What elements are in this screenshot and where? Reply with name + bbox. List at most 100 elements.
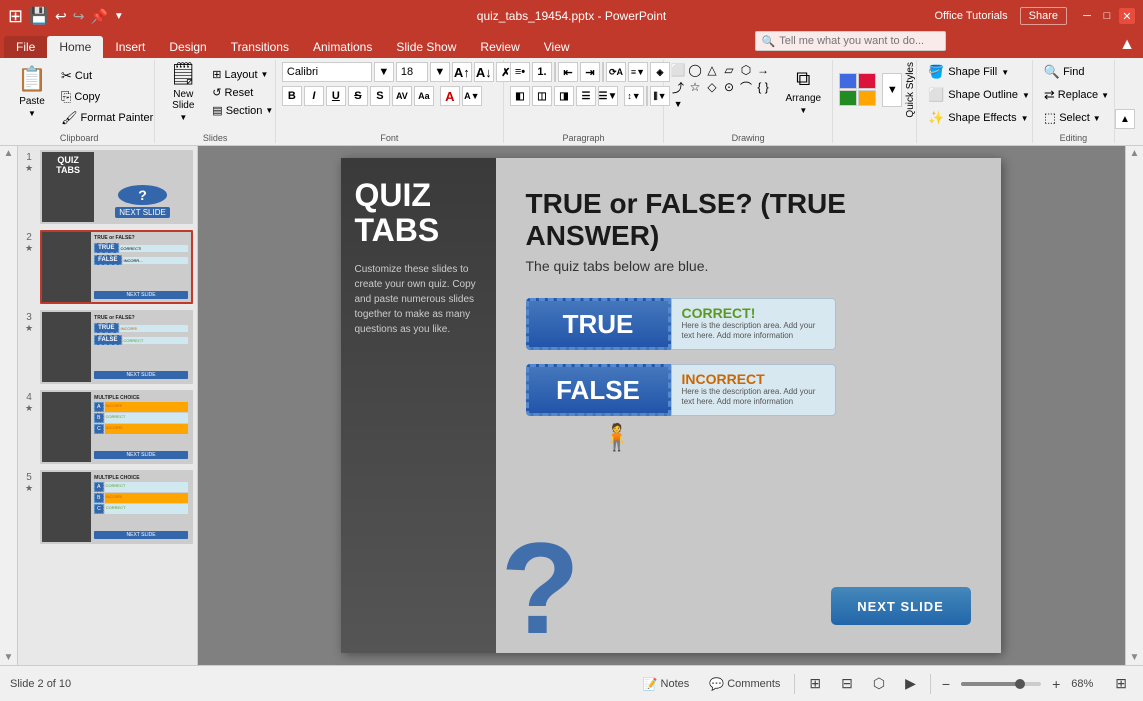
text-shadow-button[interactable]: S: [370, 86, 390, 106]
align-justify-button[interactable]: ☰▼: [598, 86, 618, 106]
numbering-button[interactable]: 1.: [532, 62, 552, 82]
shape-icon-7[interactable]: ⤴: [670, 79, 686, 95]
replace-button[interactable]: ⇄ Replace ▼: [1039, 85, 1114, 105]
align-left-button[interactable]: ◧: [510, 86, 530, 106]
canvas-scroll-up[interactable]: ▲: [1130, 148, 1140, 159]
next-slide-button[interactable]: NEXT SLIDE: [831, 587, 971, 625]
slide-thumb-3[interactable]: 3 ★ TRUE or FALSE? TRUE INCORR! FALSE CO: [22, 310, 193, 384]
quick-styles-dropdown[interactable]: ▼: [882, 73, 902, 107]
slide-thumb-2[interactable]: 2 ★ TRUE or FALSE? TRUE CORRECT! FALSE I: [22, 230, 193, 304]
slide-preview-3[interactable]: TRUE or FALSE? TRUE INCORR! FALSE CORREC…: [40, 310, 193, 384]
redo-icon[interactable]: ↪: [73, 8, 85, 25]
change-case-button[interactable]: Aa: [414, 86, 434, 106]
close-button[interactable]: ✕: [1119, 8, 1135, 24]
increase-indent-button[interactable]: ⇥: [580, 62, 600, 82]
slide-preview-1[interactable]: QUIZTABS ? NEXT SLIDE: [40, 150, 193, 224]
new-slide-dropdown-icon[interactable]: ▼: [179, 113, 187, 122]
slide-preview-4[interactable]: MULTIPLE CHOICE AINCORR! BCORRECT CINCOR…: [40, 390, 193, 464]
tab-slideshow[interactable]: Slide Show: [384, 36, 468, 58]
decrease-font-button[interactable]: A↓: [474, 62, 494, 82]
zoom-in-button[interactable]: +: [1049, 676, 1063, 692]
strikethrough-button[interactable]: S: [348, 86, 368, 106]
layout-button[interactable]: ⊞ Layout ▼: [207, 66, 278, 83]
minimize-button[interactable]: ─: [1079, 8, 1095, 24]
shape-icon-12[interactable]: { }: [755, 79, 771, 95]
paste-dropdown-icon[interactable]: ▼: [28, 109, 36, 118]
shape-icon-10[interactable]: ⊙: [721, 79, 737, 95]
shape-icon-1[interactable]: ⬜: [670, 62, 686, 78]
new-slide-button[interactable]: 🗒 New Slide ▼: [161, 62, 205, 120]
justify-button[interactable]: ☰: [576, 86, 596, 106]
reset-button[interactable]: ↺ Reset: [207, 84, 278, 101]
undo-icon[interactable]: ↩: [55, 8, 67, 25]
tab-animations[interactable]: Animations: [301, 36, 384, 58]
bold-button[interactable]: B: [282, 86, 302, 106]
shape-icon-11[interactable]: ⌒: [738, 79, 754, 95]
collapse-ribbon-button[interactable]: ▲: [1115, 109, 1135, 129]
decrease-indent-button[interactable]: ⇤: [558, 62, 578, 82]
tab-review[interactable]: Review: [468, 36, 531, 58]
font-name-dropdown[interactable]: ▼: [374, 62, 394, 82]
font-color-button[interactable]: A: [440, 86, 460, 106]
reading-view-button[interactable]: ⬡: [867, 673, 891, 694]
true-button[interactable]: TRUE: [526, 298, 671, 350]
slideshow-button[interactable]: ▶: [899, 673, 922, 694]
bullets-button[interactable]: ≡•: [510, 62, 530, 82]
tab-design[interactable]: Design: [157, 36, 218, 58]
font-size-input[interactable]: [396, 62, 428, 82]
dropdown-arrow-icon[interactable]: ▼: [114, 11, 124, 22]
comments-button[interactable]: 💬 Comments: [703, 675, 786, 693]
scroll-down-button[interactable]: ▼: [4, 652, 14, 663]
notes-button[interactable]: 📝 Notes: [637, 675, 696, 693]
save-icon[interactable]: 💾: [29, 6, 49, 26]
quick-style-1[interactable]: [839, 73, 857, 89]
increase-font-button[interactable]: A↑: [452, 62, 472, 82]
pin-icon[interactable]: 📌: [90, 8, 107, 25]
quick-style-4[interactable]: [858, 90, 876, 106]
slide-sorter-button[interactable]: ⊟: [835, 673, 859, 694]
shape-icon-6[interactable]: →: [755, 62, 771, 78]
tab-transitions[interactable]: Transitions: [219, 36, 301, 58]
shape-icon-3[interactable]: △: [704, 62, 720, 78]
copy-button[interactable]: ⎘ Copy: [56, 87, 158, 107]
canvas-scroll-down[interactable]: ▼: [1130, 652, 1140, 663]
shapes-more[interactable]: ▼: [670, 96, 686, 112]
zoom-slider-thumb[interactable]: [1015, 679, 1025, 689]
shape-icon-5[interactable]: ⬡: [738, 62, 754, 78]
italic-button[interactable]: I: [304, 86, 324, 106]
text-highlight-button[interactable]: A▼: [462, 86, 482, 106]
align-text-button[interactable]: ≡▼: [628, 62, 648, 82]
tab-file[interactable]: File: [4, 36, 47, 58]
select-button[interactable]: ⬚ Select ▼: [1039, 108, 1106, 128]
underline-button[interactable]: U: [326, 86, 346, 106]
tab-home[interactable]: Home: [47, 36, 103, 58]
shape-fill-button[interactable]: 🪣 Shape Fill ▼: [923, 62, 1014, 82]
shape-icon-4[interactable]: ▱: [721, 62, 737, 78]
share-button[interactable]: Share: [1020, 7, 1067, 25]
tab-insert[interactable]: Insert: [103, 36, 157, 58]
shape-icon-8[interactable]: ☆: [687, 79, 703, 95]
paste-button[interactable]: 📋 Paste ▼: [10, 62, 54, 120]
text-direction-button[interactable]: ⟳A: [606, 62, 626, 82]
shape-icon-2[interactable]: ◯: [687, 62, 703, 78]
fit-slide-button[interactable]: ⊞: [1109, 673, 1133, 694]
line-spacing-button[interactable]: ↕▼: [624, 86, 644, 106]
search-input[interactable]: [779, 35, 939, 47]
cut-button[interactable]: ✂ Cut: [56, 66, 158, 86]
format-painter-button[interactable]: 🖌 Format Painter: [56, 108, 158, 128]
font-name-input[interactable]: [282, 62, 372, 82]
slide-thumb-5[interactable]: 5 ★ MULTIPLE CHOICE ACORRECT BINCORR! CC…: [22, 470, 193, 544]
section-button[interactable]: ▤ Section ▼: [207, 102, 278, 119]
maximize-button[interactable]: □: [1099, 8, 1115, 24]
shape-outline-button[interactable]: ⬜ Shape Outline ▼: [923, 85, 1035, 105]
char-spacing-button[interactable]: AV: [392, 86, 412, 106]
office-tutorials-link[interactable]: Office Tutorials: [934, 10, 1007, 22]
ribbon-search-wrap[interactable]: 🔍: [755, 31, 947, 51]
align-right-button[interactable]: ◨: [554, 86, 574, 106]
shape-icon-9[interactable]: ◇: [704, 79, 720, 95]
font-size-dropdown[interactable]: ▼: [430, 62, 450, 82]
tab-view[interactable]: View: [532, 36, 582, 58]
zoom-slider[interactable]: [961, 682, 1041, 686]
shape-effects-button[interactable]: ✨ Shape Effects ▼: [923, 108, 1033, 128]
slide-preview-2[interactable]: TRUE or FALSE? TRUE CORRECT! FALSE INCOR…: [40, 230, 193, 304]
